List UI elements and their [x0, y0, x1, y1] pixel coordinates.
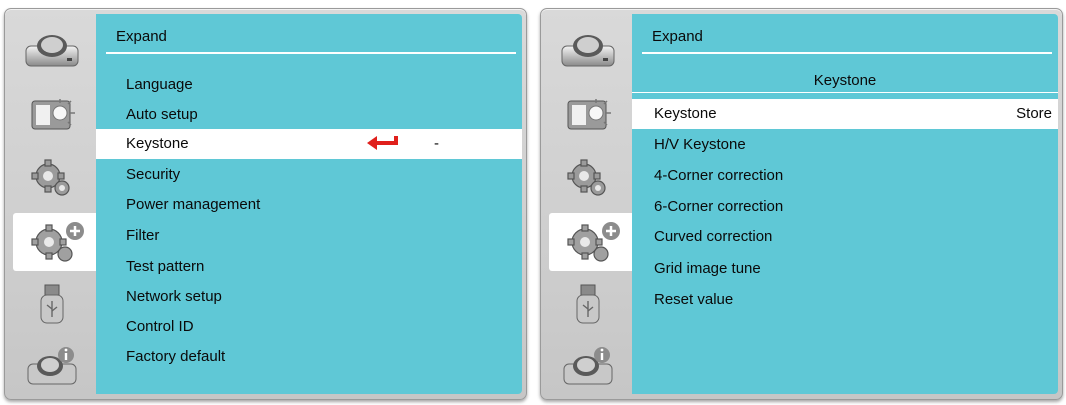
expand-menu-panel: Expand Language Auto setup Keystone - Se… — [4, 8, 527, 400]
menu-title: Expand — [652, 28, 703, 45]
submenu-title: Keystone — [813, 72, 877, 89]
menu-item-grid-image-tune[interactable]: Grid image tune — [632, 254, 1058, 284]
menu-item-hv-keystone[interactable]: H/V Keystone — [632, 130, 1058, 160]
camera-icon[interactable] — [554, 27, 622, 73]
title-divider — [642, 52, 1052, 54]
menu-item-label: Curved correction — [654, 228, 773, 245]
category-sidebar — [5, 9, 99, 399]
menu-item-label: Power management — [126, 196, 261, 213]
menu-item-language[interactable]: Language — [96, 70, 522, 100]
menu-item-keystone[interactable]: Keystone - — [96, 129, 522, 159]
camera-icon[interactable] — [18, 27, 86, 73]
gear-plus-icon[interactable] — [549, 213, 635, 271]
menu-item-label: Factory default — [126, 348, 226, 365]
menu-item-curved-correction[interactable]: Curved correction — [632, 222, 1058, 252]
menu-item-filter[interactable]: Filter — [96, 221, 522, 251]
menu-item-label: Auto setup — [126, 106, 198, 123]
keystone-menu-panel: Expand Keystone Keystone Store H/V Keyst… — [540, 8, 1063, 400]
menu-item-4-corner-correction[interactable]: 4-Corner correction — [632, 161, 1058, 191]
menu-item-factory-default[interactable]: Factory default — [96, 342, 522, 372]
menu-item-label: Reset value — [654, 291, 734, 308]
menu-item-label: Control ID — [126, 318, 194, 335]
display-brightness-icon[interactable] — [18, 90, 86, 136]
menu-title: Expand — [116, 28, 167, 45]
display-brightness-icon[interactable] — [554, 90, 622, 136]
menu-item-label: Keystone — [654, 105, 717, 122]
menu-content: Expand Language Auto setup Keystone - Se… — [96, 14, 522, 394]
menu-item-label: Security — [126, 166, 181, 183]
gear-icon[interactable] — [554, 155, 622, 201]
menu-item-security[interactable]: Security — [96, 160, 522, 190]
menu-item-label: Grid image tune — [654, 260, 761, 277]
usb-icon[interactable] — [18, 282, 86, 328]
menu-item-power-management[interactable]: Power management — [96, 190, 522, 220]
menu-item-value: Store — [1016, 105, 1052, 122]
menu-item-label: 4-Corner correction — [654, 167, 784, 184]
menu-content: Expand Keystone Keystone Store H/V Keyst… — [632, 14, 1058, 394]
menu-item-label: Test pattern — [126, 258, 205, 275]
submenu-divider — [632, 92, 1058, 93]
title-divider — [106, 52, 516, 54]
menu-item-auto-setup[interactable]: Auto setup — [96, 100, 522, 130]
enter-arrow-icon — [367, 136, 398, 150]
menu-item-6-corner-correction[interactable]: 6-Corner correction — [632, 192, 1058, 222]
menu-item-label: Language — [126, 76, 193, 93]
menu-item-network-setup[interactable]: Network setup — [96, 282, 522, 312]
gear-icon[interactable] — [18, 155, 86, 201]
usb-icon[interactable] — [554, 282, 622, 328]
menu-item-test-pattern[interactable]: Test pattern — [96, 252, 522, 282]
menu-item-label: Filter — [126, 227, 160, 244]
camera-info-icon[interactable] — [18, 343, 86, 389]
menu-item-label: H/V Keystone — [654, 136, 746, 153]
camera-info-icon[interactable] — [554, 343, 622, 389]
menu-item-value: - — [434, 135, 439, 152]
menu-item-label: 6-Corner correction — [654, 198, 784, 215]
menu-item-reset-value[interactable]: Reset value — [632, 285, 1058, 315]
menu-item-label: Keystone — [126, 135, 189, 152]
gear-plus-icon[interactable] — [13, 213, 99, 271]
menu-item-keystone[interactable]: Keystone Store — [632, 99, 1058, 129]
menu-item-label: Network setup — [126, 288, 222, 305]
category-sidebar — [541, 9, 635, 399]
menu-item-control-id[interactable]: Control ID — [96, 312, 522, 342]
